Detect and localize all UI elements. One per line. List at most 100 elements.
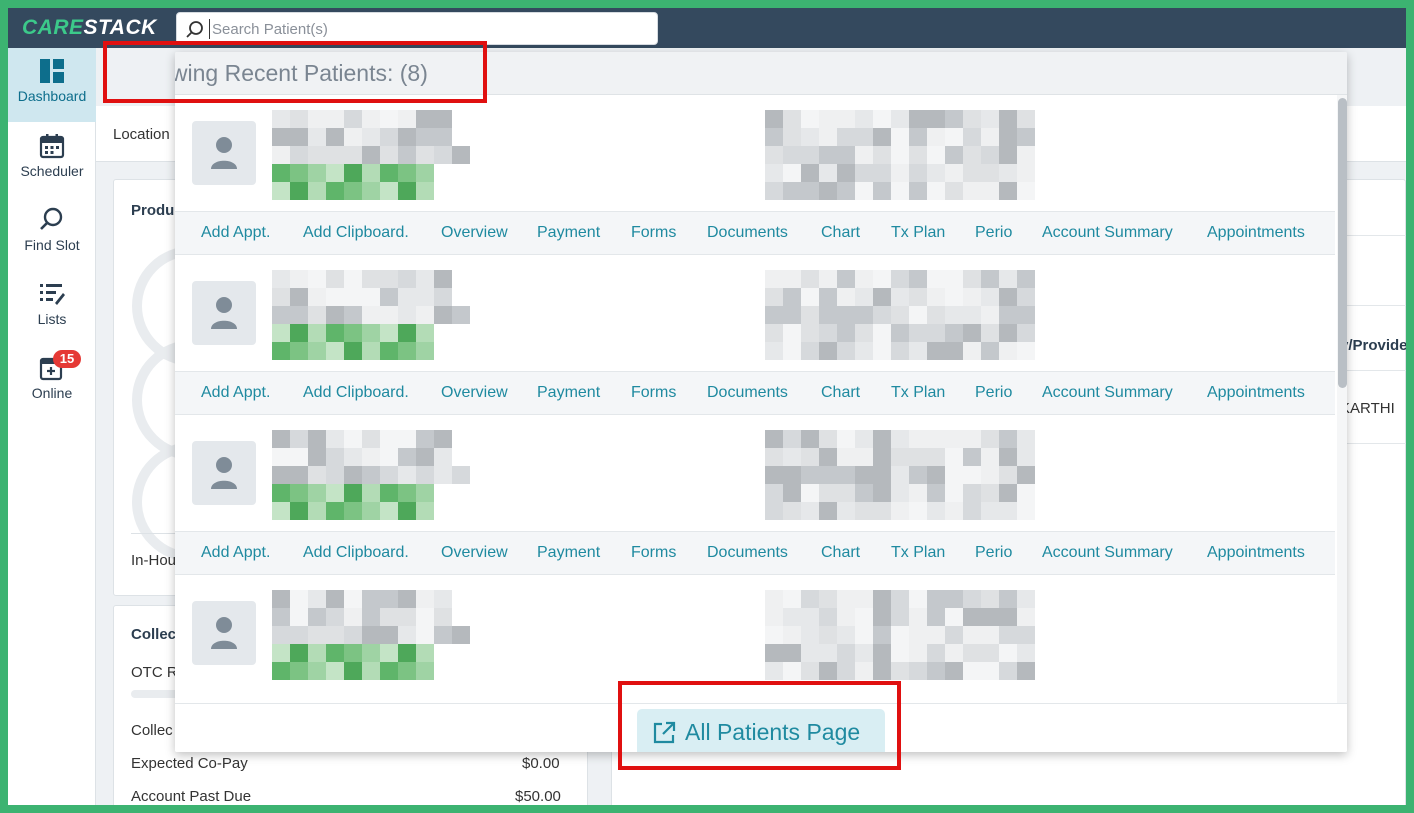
production-title: Produ: [131, 202, 175, 219]
action-link-overview[interactable]: Overview: [441, 544, 508, 562]
recent-patients-footer: All Patients Page: [175, 703, 1347, 752]
account-past-due-value: $50.00: [515, 788, 561, 805]
collections-title: Collec: [131, 626, 177, 643]
account-past-due-label: Account Past Due: [131, 788, 252, 805]
app-window: CARESTACK Dashboard Scheduler Find Slot …: [8, 8, 1406, 805]
calendar-icon: [39, 134, 65, 159]
patient-row[interactable]: [175, 416, 1335, 532]
sidebar-item-label: Scheduler: [20, 163, 84, 179]
recent-patients-header: Showing Recent Patients: (8): [175, 52, 1347, 95]
patient-avatar[interactable]: [192, 121, 256, 185]
action-link-forms[interactable]: Forms: [631, 224, 676, 242]
redacted-block: [765, 590, 1035, 626]
patient-search-input[interactable]: [209, 19, 639, 39]
action-link-add-clipboard[interactable]: Add Clipboard.: [303, 544, 409, 562]
redacted-block: [272, 146, 470, 164]
action-link-tx-plan[interactable]: Tx Plan: [891, 544, 945, 562]
redacted-block: [765, 626, 1035, 680]
patient-row[interactable]: [175, 256, 1335, 372]
patient-search-box[interactable]: [176, 12, 658, 45]
action-link-tx-plan[interactable]: Tx Plan: [891, 224, 945, 242]
action-link-add-clipboard[interactable]: Add Clipboard.: [303, 384, 409, 402]
action-link-overview[interactable]: Overview: [441, 224, 508, 242]
action-link-add-appt[interactable]: Add Appt.: [201, 544, 270, 562]
redacted-block: [272, 324, 434, 360]
action-link-chart[interactable]: Chart: [821, 544, 860, 562]
all-patients-page-label: All Patients Page: [685, 719, 861, 745]
patient-row[interactable]: [175, 96, 1335, 212]
redacted-block: [272, 590, 452, 626]
logo-text-stack: STACK: [83, 16, 157, 39]
patient-avatar[interactable]: [192, 441, 256, 505]
action-link-account-summary[interactable]: Account Summary: [1042, 544, 1173, 562]
otc-label: OTC R: [131, 664, 178, 681]
all-patients-page-button[interactable]: All Patients Page: [637, 709, 885, 752]
action-link-chart[interactable]: Chart: [821, 224, 860, 242]
sidebar-item-online[interactable]: 15 Online: [8, 345, 96, 419]
redacted-block: [272, 306, 470, 324]
carestack-logo[interactable]: CARESTACK: [22, 16, 157, 40]
recent-patients-list: Add Appt. Add Clipboard. Overview Payment Fo…: [175, 95, 1335, 703]
action-link-documents[interactable]: Documents: [707, 224, 788, 242]
redacted-block: [272, 270, 452, 306]
user-icon: [211, 457, 237, 489]
sidebar-item-label: Dashboard: [17, 88, 87, 104]
user-icon: [211, 297, 237, 329]
redacted-block: [272, 110, 452, 146]
redacted-block: [272, 466, 470, 484]
action-link-appointments[interactable]: Appointments: [1207, 224, 1305, 242]
action-link-documents[interactable]: Documents: [707, 544, 788, 562]
redacted-block: [272, 164, 434, 200]
provider-column-header: y/Provide: [1340, 337, 1406, 354]
search-icon: [40, 207, 63, 230]
action-link-payment[interactable]: Payment: [537, 224, 600, 242]
sidebar-item-lists[interactable]: Lists: [8, 271, 96, 345]
redacted-block: [765, 466, 1035, 520]
redacted-block: [765, 146, 1035, 200]
logo-text-care: CARE: [22, 16, 84, 39]
action-link-documents[interactable]: Documents: [707, 384, 788, 402]
patient-actions-bar: Add Appt. Add Clipboard. Overview Payment Fo…: [175, 211, 1335, 255]
external-link-icon: [653, 721, 676, 744]
sidebar-item-label: Lists: [37, 311, 67, 327]
expected-copay-value: $0.00: [522, 755, 560, 772]
action-link-appointments[interactable]: Appointments: [1207, 544, 1305, 562]
patient-avatar[interactable]: [192, 281, 256, 345]
action-link-add-appt[interactable]: Add Appt.: [201, 224, 270, 242]
dashboard-icon: [40, 59, 64, 83]
sidebar-item-find-slot[interactable]: Find Slot: [8, 197, 96, 271]
action-link-account-summary[interactable]: Account Summary: [1042, 224, 1173, 242]
action-link-overview[interactable]: Overview: [441, 384, 508, 402]
sidebar-item-scheduler[interactable]: Scheduler: [8, 123, 96, 197]
action-link-account-summary[interactable]: Account Summary: [1042, 384, 1173, 402]
action-link-forms[interactable]: Forms: [631, 544, 676, 562]
action-link-payment[interactable]: Payment: [537, 384, 600, 402]
sidebar-item-label: Find Slot: [24, 237, 80, 253]
sidebar-item-dashboard[interactable]: Dashboard: [8, 48, 96, 122]
redacted-block: [765, 110, 1035, 146]
action-link-add-clipboard[interactable]: Add Clipboard.: [303, 224, 409, 242]
redacted-block: [765, 270, 1035, 306]
patient-actions-bar: Add Appt. Add Clipboard. Overview Payment Fo…: [175, 531, 1335, 575]
redacted-block: [765, 306, 1035, 360]
patient-avatar[interactable]: [192, 601, 256, 665]
redacted-block: [765, 430, 1035, 466]
redacted-block: [272, 626, 470, 644]
action-link-perio[interactable]: Perio: [975, 384, 1012, 402]
list-icon: [40, 284, 65, 305]
action-link-chart[interactable]: Chart: [821, 384, 860, 402]
action-link-add-appt[interactable]: Add Appt.: [201, 384, 270, 402]
collected-label: Collec: [131, 722, 173, 739]
action-link-perio[interactable]: Perio: [975, 544, 1012, 562]
action-link-tx-plan[interactable]: Tx Plan: [891, 384, 945, 402]
sidebar-item-label: Online: [31, 385, 73, 401]
online-count-badge: 15: [53, 350, 81, 368]
sidebar: Dashboard Scheduler Find Slot Lists 15 O…: [8, 48, 96, 805]
scrollbar-thumb[interactable]: [1338, 98, 1347, 388]
action-link-payment[interactable]: Payment: [537, 544, 600, 562]
action-link-forms[interactable]: Forms: [631, 384, 676, 402]
action-link-appointments[interactable]: Appointments: [1207, 384, 1305, 402]
action-link-perio[interactable]: Perio: [975, 224, 1012, 242]
redacted-block: [272, 644, 434, 680]
patient-row[interactable]: [175, 576, 1335, 692]
